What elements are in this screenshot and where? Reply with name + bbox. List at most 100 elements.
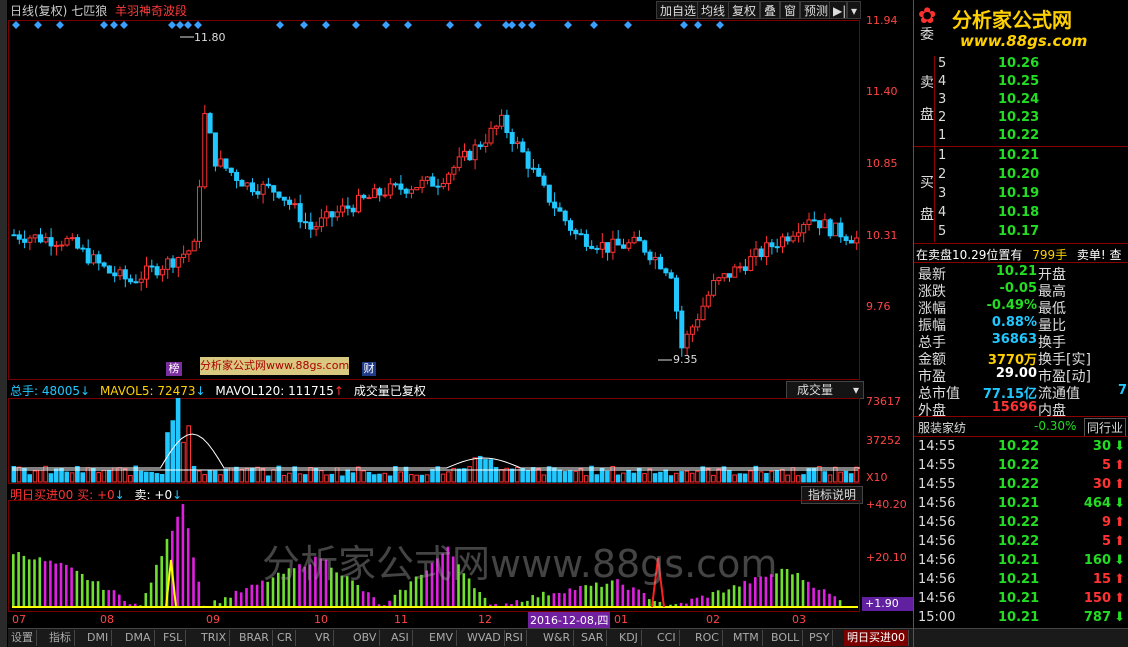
- indicator-tab[interactable]: 设置: [8, 630, 37, 646]
- order-row-sell[interactable]: 5 10.26: [914, 56, 1128, 75]
- indicator-tab[interactable]: KDJ: [616, 630, 642, 646]
- candle-body: [674, 277, 679, 312]
- order-row-buy[interactable]: 1 10.21: [914, 148, 1128, 167]
- candle-body: [583, 233, 589, 247]
- candle-body: [250, 182, 255, 193]
- volume-bar: [340, 475, 345, 483]
- diamond-marker-icon: [474, 21, 482, 29]
- indicator-tab[interactable]: ROC: [692, 630, 723, 646]
- volume-bar: [583, 475, 589, 483]
- tick-price: 10.21: [998, 553, 1040, 568]
- indicator-tab[interactable]: RSI: [502, 630, 527, 646]
- order-row-buy[interactable]: 4 10.18: [914, 205, 1128, 224]
- tick-time: 14:56: [918, 591, 956, 606]
- candle-body: [721, 273, 727, 279]
- candle-body: [424, 176, 430, 181]
- order-row-sell[interactable]: 2 10.23: [914, 110, 1128, 129]
- order-row-sell[interactable]: 3 10.24: [914, 92, 1128, 111]
- indicator-bar: [22, 555, 26, 607]
- volume-bar: [446, 471, 451, 483]
- candle-body: [599, 242, 605, 250]
- pin-icon[interactable]: ▶|: [829, 1, 847, 19]
- window-button[interactable]: 窗: [780, 1, 801, 19]
- finance-marker[interactable]: 财: [362, 362, 376, 376]
- sector-name[interactable]: 服装家纺: [918, 419, 966, 436]
- volume-bar: [456, 468, 462, 483]
- indicator-tab[interactable]: VR: [312, 630, 335, 646]
- indicator-tab[interactable]: 明日买进00: [844, 630, 909, 646]
- volume-bar: [477, 455, 483, 483]
- order-alert[interactable]: 在卖盘10.29位置有 799手 卖单! 查: [916, 246, 1122, 263]
- volume-bar: [207, 470, 213, 483]
- adjust-button[interactable]: 复权: [728, 1, 761, 19]
- candle-body: [16, 234, 22, 240]
- tick-qty: 5: [1101, 534, 1111, 549]
- candle-body: [154, 266, 160, 276]
- panel-tab-bar[interactable]: [914, 628, 1128, 647]
- indicator-bar: [473, 588, 476, 607]
- indicator-tab[interactable]: 指标: [46, 630, 75, 646]
- ma-button[interactable]: 均线: [697, 1, 730, 19]
- volume-bar: [212, 470, 218, 483]
- candle-body: [795, 232, 801, 237]
- volume-selector[interactable]: 成交量 ▾: [786, 381, 864, 399]
- volume-chart[interactable]: [8, 398, 860, 484]
- indicator-bar: [642, 592, 646, 607]
- indicator-bar: [86, 580, 89, 607]
- overlay-button[interactable]: 叠: [760, 1, 781, 19]
- diamond-marker-icon: [12, 21, 20, 29]
- candle-body: [271, 185, 277, 193]
- volume-bar: [350, 472, 356, 483]
- order-price: 10.25: [998, 74, 1040, 89]
- price-tick-3: 10.85: [866, 157, 898, 170]
- candle-body: [159, 268, 165, 276]
- indicator-tab[interactable]: W&R: [540, 630, 575, 646]
- candle-body: [239, 179, 245, 187]
- volume-bar: [361, 470, 366, 483]
- indicator-tab[interactable]: SAR: [578, 630, 608, 646]
- indicator-tab[interactable]: MTM: [730, 630, 763, 646]
- volume-bar: [435, 466, 441, 483]
- candle-body: [652, 256, 658, 261]
- add-watchlist-button[interactable]: 加自选: [656, 1, 701, 19]
- indicator-tab[interactable]: EMV: [426, 630, 457, 646]
- price-chart[interactable]: [8, 20, 860, 380]
- indicator-tab[interactable]: DMA: [122, 630, 155, 646]
- volume-bar: [573, 470, 578, 483]
- order-row-buy[interactable]: 2 10.20: [914, 167, 1128, 186]
- left-side-tabs[interactable]: [0, 0, 7, 647]
- candle-body: [716, 277, 722, 282]
- indicator-tab[interactable]: OBV: [350, 630, 381, 646]
- same-industry-button[interactable]: 同行业: [1084, 418, 1127, 437]
- order-row-buy[interactable]: 3 10.19: [914, 186, 1128, 205]
- indicator-tab[interactable]: BOLL: [768, 630, 804, 646]
- indicator-tab[interactable]: TRIX: [198, 630, 231, 646]
- order-row-sell[interactable]: 4 10.25: [914, 74, 1128, 93]
- indicator-tab[interactable]: CCI: [654, 630, 680, 646]
- volume-bar: [414, 474, 419, 483]
- arrow-up-icon: ⬆: [1114, 477, 1125, 492]
- indicator-bar: [255, 584, 259, 607]
- volume-bar: [303, 474, 308, 483]
- indicator-tab[interactable]: BRAR: [236, 630, 273, 646]
- tick-qty: 30: [1092, 477, 1111, 492]
- indicator-tab[interactable]: DMI: [84, 630, 113, 646]
- volume-bar: [122, 468, 128, 483]
- order-price: 10.19: [998, 186, 1040, 201]
- ranking-marker[interactable]: 榜: [166, 362, 182, 376]
- candle-body: [345, 205, 351, 209]
- candle-body: [610, 238, 616, 253]
- candle-body: [329, 211, 335, 218]
- indicator-tab[interactable]: FSL: [160, 630, 187, 646]
- order-row-sell[interactable]: 1 10.22: [914, 128, 1128, 147]
- forecast-button[interactable]: 预测: [800, 1, 833, 19]
- volume-bar: [409, 474, 414, 483]
- indicator-tab[interactable]: ASI: [388, 630, 413, 646]
- chevron-down-icon[interactable]: ▾: [847, 1, 861, 19]
- indicator-tab[interactable]: WVAD: [464, 630, 505, 646]
- volume-bar: [393, 466, 398, 483]
- indicator-tab[interactable]: CR: [274, 630, 297, 646]
- indicator-tab[interactable]: PSY: [806, 630, 834, 646]
- order-row-buy[interactable]: 5 10.17: [914, 224, 1128, 243]
- volume-tick-3: X10: [866, 471, 888, 484]
